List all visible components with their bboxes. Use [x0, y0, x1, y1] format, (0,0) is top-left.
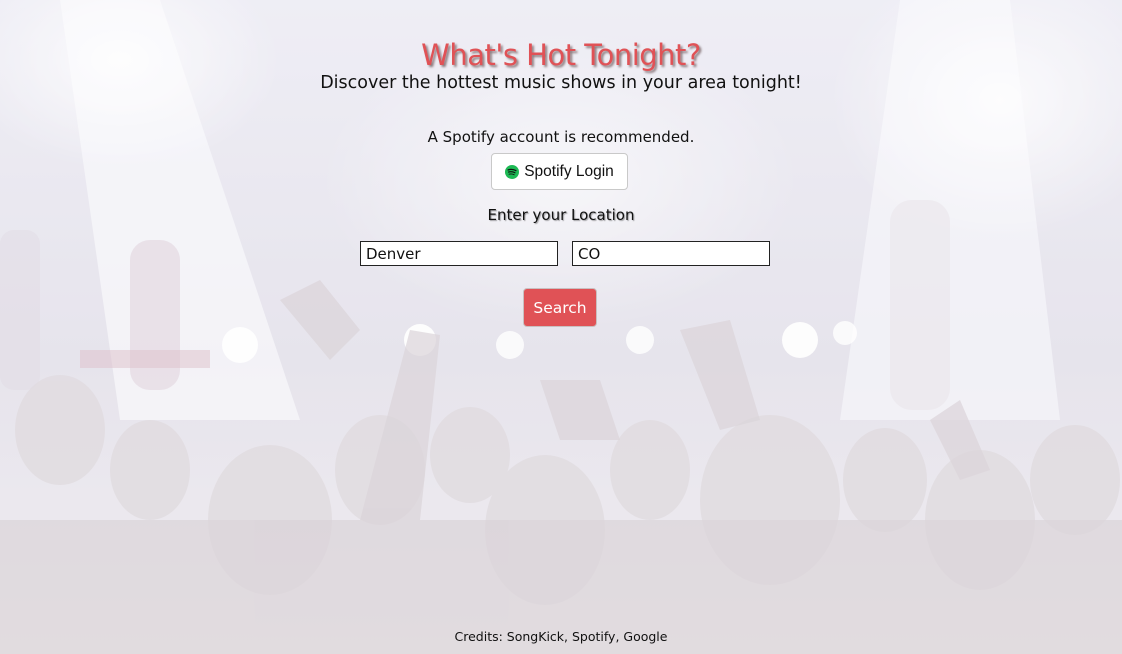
credits-footer: Credits: SongKick, Spotify, Google [454, 629, 668, 644]
spotify-recommendation-text: A Spotify account is recommended. [427, 128, 695, 146]
page: What's Hot Tonight? Discover the hottest… [0, 0, 1122, 654]
search-button[interactable]: Search [523, 288, 597, 327]
page-title: What's Hot Tonight? [421, 38, 701, 72]
spotify-icon [505, 164, 520, 179]
spotify-login-label: Spotify Login [524, 162, 614, 180]
page-subtitle: Discover the hottest music shows in your… [320, 73, 802, 93]
spotify-login-button[interactable]: Spotify Login [491, 153, 628, 190]
location-label: Enter your Location [487, 206, 635, 224]
state-input[interactable] [572, 241, 770, 266]
city-input[interactable] [360, 241, 558, 266]
main-content: What's Hot Tonight? Discover the hottest… [0, 0, 1122, 654]
